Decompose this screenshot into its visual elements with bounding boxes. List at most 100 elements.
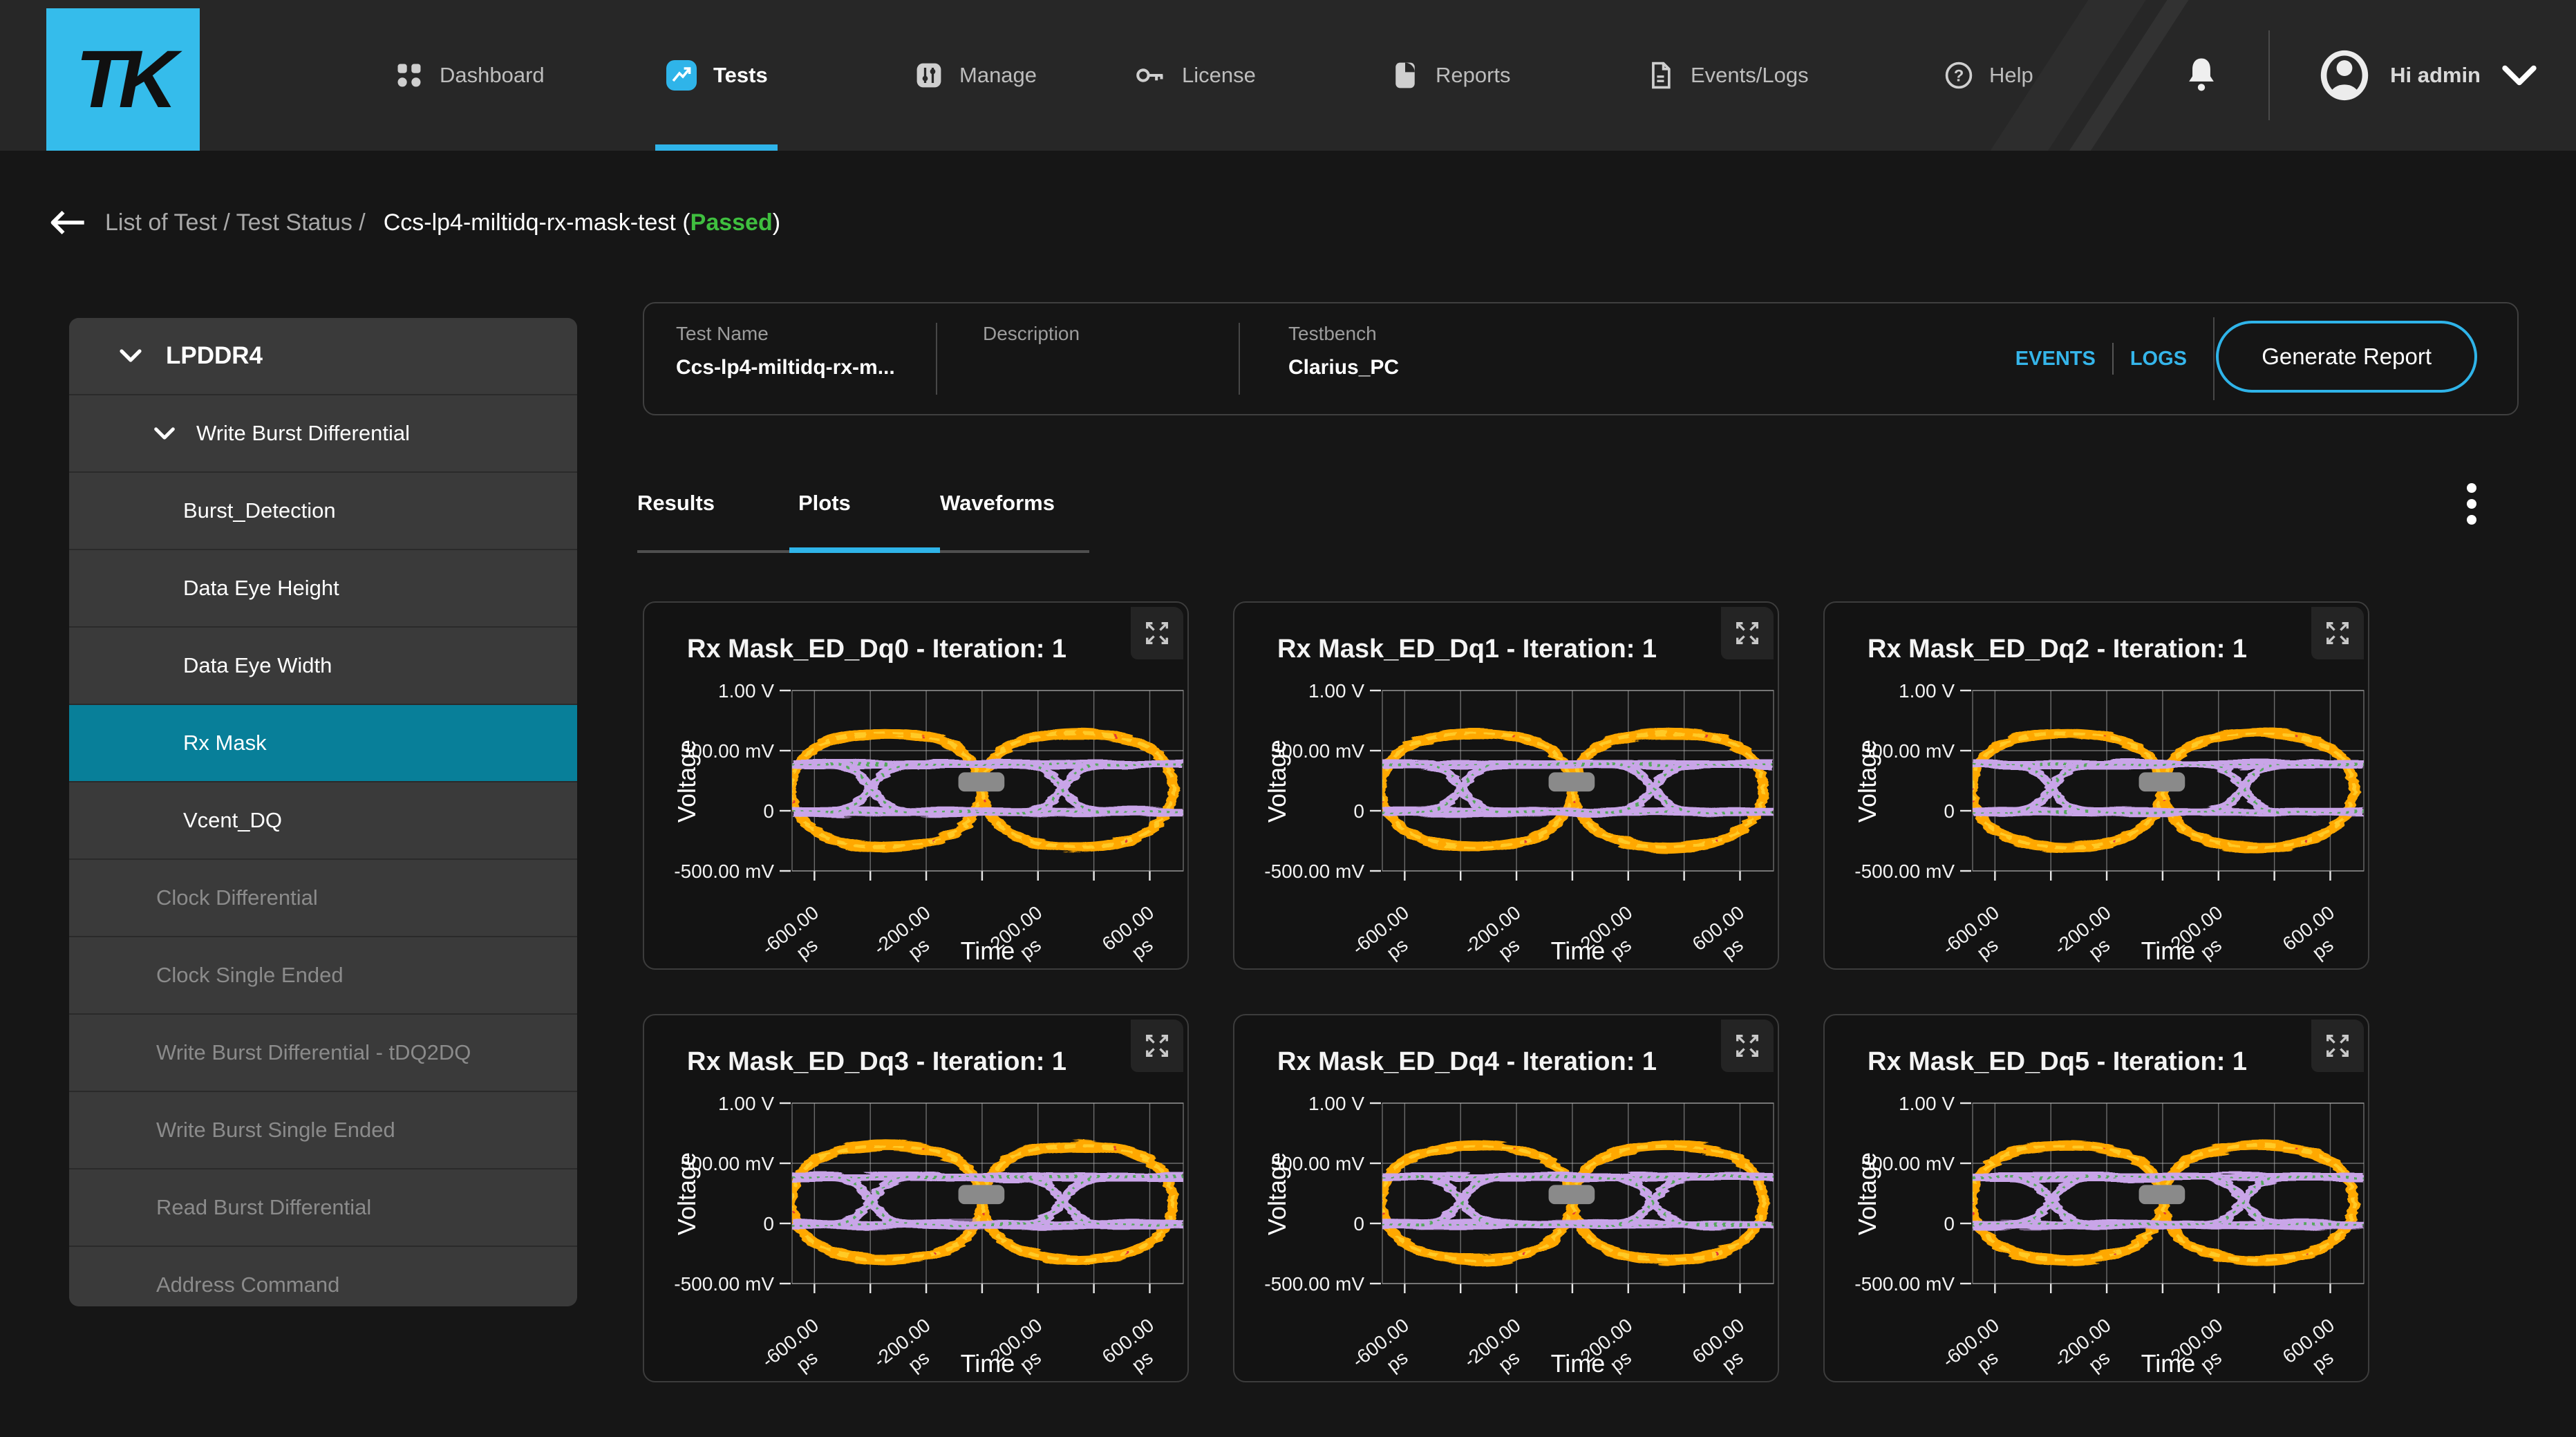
sidebar-item-clock-single-ended: Clock Single Ended [69, 937, 577, 1015]
sidebar-item-data-eye-height[interactable]: Data Eye Height [69, 550, 577, 628]
test-summary-card: Test Name Ccs-lp4-miltidq-rx-m... Descri… [643, 302, 2519, 415]
plot-title: Rx Mask_ED_Dq2 - Iteration: 1 [1868, 635, 2247, 664]
nav-item-events-logs[interactable]: Events/Logs [1645, 0, 1809, 151]
dashboard-grid-icon [394, 60, 424, 91]
sidebar-item-write-burst-single-ended: Write Burst Single Ended [69, 1092, 577, 1170]
manage-sliders-icon [914, 60, 944, 91]
svg-text:?: ? [1954, 66, 1964, 85]
svg-text:1.00 V: 1.00 V [718, 680, 774, 702]
svg-text:-200.00ps: -200.00ps [869, 901, 950, 970]
plot-title: Rx Mask_ED_Dq1 - Iteration: 1 [1277, 635, 1657, 664]
active-tab-underline [789, 547, 940, 553]
svg-text:0: 0 [1353, 800, 1364, 822]
svg-text:-500.00 mV: -500.00 mV [1854, 861, 1955, 882]
svg-text:0: 0 [763, 800, 774, 822]
status-badge: Passed [690, 209, 773, 236]
sidebar-item-vcent-dq[interactable]: Vcent_DQ [69, 782, 577, 860]
svg-text:0: 0 [1944, 800, 1955, 822]
sidebar-item-label: Data Eye Height [69, 576, 339, 601]
expand-plot-button[interactable] [2311, 1020, 2364, 1072]
sidebar-item-label: Data Eye Width [69, 653, 332, 678]
svg-text:-500.00 mV: -500.00 mV [674, 1273, 774, 1295]
tab-waveforms[interactable]: Waveforms [940, 491, 1055, 516]
notification-bell-icon[interactable] [2183, 55, 2220, 95]
user-avatar[interactable] [2318, 48, 2371, 103]
svg-text:600.00ps: 600.00ps [1098, 1314, 1174, 1382]
back-arrow-icon[interactable] [48, 207, 87, 238]
svg-text:-600.00ps: -600.00ps [1348, 901, 1428, 970]
nav-item-license[interactable]: License [1134, 0, 1256, 151]
field-label: Description [983, 323, 1080, 345]
svg-text:-600.00ps: -600.00ps [1938, 901, 2018, 970]
field-label: Test Name [676, 323, 895, 345]
nav-item-label: License [1182, 63, 1256, 88]
test-tree-sidebar: LPDDR4 Write Burst Differential Burst_De… [69, 318, 577, 1306]
svg-text:-500.00 mV: -500.00 mV [1854, 1273, 1955, 1295]
y-axis-label: Voltage [673, 1152, 701, 1235]
svg-text:600.00ps: 600.00ps [1689, 1314, 1764, 1382]
tests-trend-icon [665, 59, 698, 92]
sidebar-item-data-eye-width[interactable]: Data Eye Width [69, 628, 577, 705]
x-axis-label: Time [961, 1349, 1015, 1378]
tab-plots[interactable]: Plots [798, 491, 851, 516]
license-key-icon [1134, 60, 1167, 91]
sidebar-item-rx-mask[interactable]: Rx Mask [69, 705, 577, 782]
expand-arrows-icon [2322, 618, 2353, 648]
svg-text:600.00ps: 600.00ps [2279, 901, 2354, 970]
sidebar-group-write-burst-differential[interactable]: Write Burst Differential [69, 395, 577, 473]
reports-file-icon [1390, 60, 1420, 91]
sidebar-item-label: Address Command [69, 1272, 339, 1297]
nav-item-dashboard[interactable]: Dashboard [394, 0, 545, 151]
tab-results[interactable]: Results [637, 491, 715, 516]
sidebar-root-lpddr4[interactable]: LPDDR4 [69, 318, 577, 395]
expand-plot-button[interactable] [2311, 607, 2364, 659]
sidebar-item-label: Rx Mask [69, 731, 267, 755]
field-description: Description [983, 323, 1080, 356]
nav-item-help[interactable]: ? Help [1944, 0, 2033, 151]
sidebar-item-label: Write Burst Differential - tDQ2DQ [69, 1040, 471, 1065]
y-axis-label: Voltage [1263, 1152, 1291, 1235]
sidebar-item-label: Vcent_DQ [69, 808, 282, 833]
x-axis-label: Time [2141, 1349, 2196, 1378]
expand-plot-button[interactable] [1131, 1020, 1183, 1072]
breadcrumb: List of Test / Test Status / Ccs-lp4-mil… [48, 207, 780, 238]
tektronix-logo-glyph: TK [75, 32, 170, 126]
field-value: Clarius_PC [1288, 356, 1399, 379]
user-menu-chevron-down-icon[interactable] [2501, 64, 2537, 87]
sidebar-group-label: Write Burst Differential [196, 421, 410, 446]
svg-text:-500.00 mV: -500.00 mV [674, 861, 774, 882]
svg-text:0: 0 [763, 1213, 774, 1234]
svg-text:-200.00ps: -200.00ps [2050, 1314, 2130, 1382]
svg-text:1.00 V: 1.00 V [1899, 680, 1955, 702]
expand-plot-button[interactable] [1131, 607, 1183, 659]
sidebar-item-read-burst-differential: Read Burst Differential [69, 1170, 577, 1247]
plot-title: Rx Mask_ED_Dq3 - Iteration: 1 [687, 1047, 1066, 1077]
svg-text:1.00 V: 1.00 V [718, 1093, 774, 1114]
tektronix-logo[interactable]: TK [46, 8, 200, 151]
user-greeting: Hi admin [2390, 63, 2481, 88]
more-options-kebab-icon[interactable] [2458, 480, 2485, 528]
nav-item-manage[interactable]: Manage [914, 0, 1037, 151]
generate-report-button[interactable]: Generate Report [2216, 321, 2477, 393]
y-axis-label: Voltage [1263, 740, 1291, 823]
expand-plot-button[interactable] [1721, 1020, 1774, 1072]
actions-divider [2213, 317, 2215, 400]
svg-text:-500.00 mV: -500.00 mV [1264, 861, 1364, 882]
field-divider [1239, 323, 1240, 395]
svg-text:-200.00ps: -200.00ps [2050, 901, 2130, 970]
events-link[interactable]: EVENTS [2015, 348, 2096, 370]
sidebar-root-label: LPDDR4 [166, 342, 263, 370]
nav-item-label: Manage [959, 63, 1037, 88]
sidebar-item-burst-detection[interactable]: Burst_Detection [69, 473, 577, 550]
svg-text:-200.00ps: -200.00ps [1460, 1314, 1540, 1382]
svg-text:600.00ps: 600.00ps [2279, 1314, 2354, 1382]
nav-item-tests[interactable]: Tests [665, 0, 768, 151]
logs-link[interactable]: LOGS [2130, 348, 2187, 370]
nav-item-reports[interactable]: Reports [1390, 0, 1511, 151]
plot-card-rx-mask-ed-dq1: Rx Mask_ED_Dq1 - Iteration: 1 1.00 V500.… [1233, 601, 1779, 970]
header-divider [2268, 30, 2270, 120]
expand-plot-button[interactable] [1721, 607, 1774, 659]
nav-item-label: Reports [1436, 63, 1511, 88]
breadcrumb-trail[interactable]: List of Test / Test Status / [105, 209, 366, 236]
svg-text:-200.00ps: -200.00ps [1460, 901, 1540, 970]
